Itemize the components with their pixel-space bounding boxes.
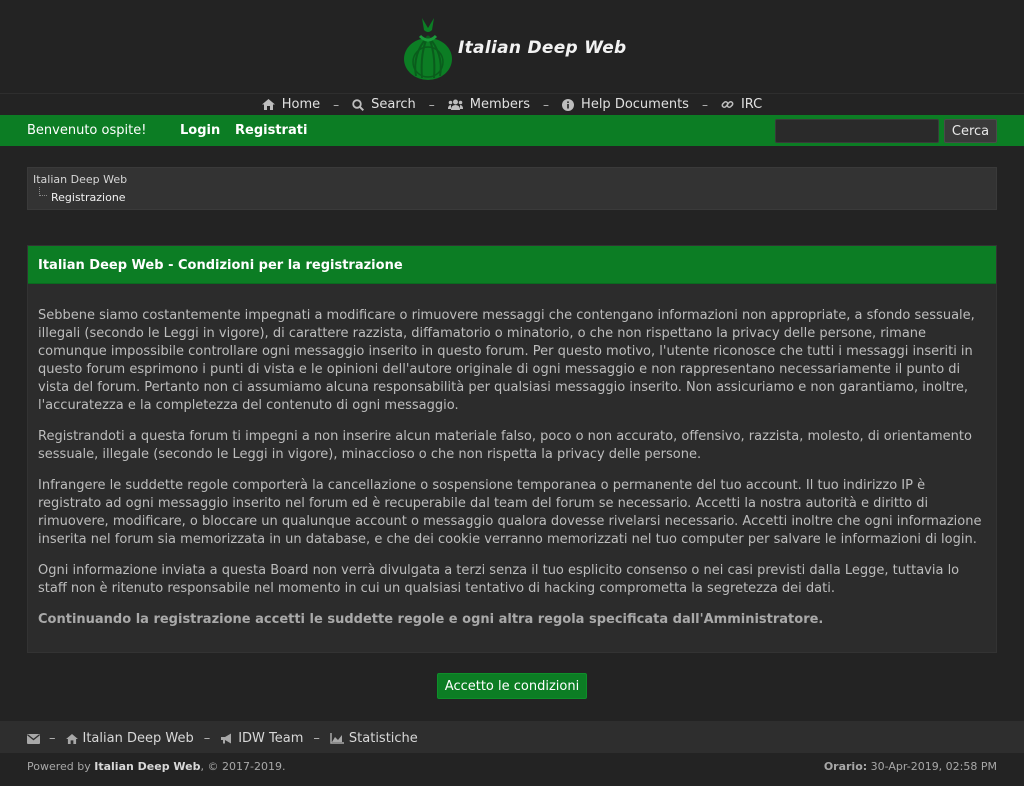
footer-stats-label: Statistiche xyxy=(348,731,418,746)
nav-help-documents[interactable]: Help Documents xyxy=(562,97,689,112)
search-input[interactable] xyxy=(775,119,939,143)
breadcrumb-root-link[interactable]: Italian Deep Web xyxy=(33,173,127,186)
powered-suffix: , © 2017-2019. xyxy=(200,760,286,773)
footer-separator: – xyxy=(203,731,211,746)
nav-separator: – xyxy=(428,97,435,112)
chart-icon xyxy=(330,733,344,744)
link-icon xyxy=(721,101,734,108)
envelope-icon xyxy=(27,733,40,744)
breadcrumb-tree-connector xyxy=(39,187,47,196)
footer-stats-link[interactable]: Statistiche xyxy=(330,731,418,746)
nav-help-documents-label: Help Documents xyxy=(581,97,689,112)
nav-separator: – xyxy=(333,97,340,112)
footer-bottom: Powered by Italian Deep Web, © 2017-2019… xyxy=(0,753,1024,786)
nav-irc[interactable]: IRC xyxy=(721,97,762,112)
clock-value: 30-Apr-2019, 02:58 PM xyxy=(870,760,997,773)
panel-header: Italian Deep Web - Condizioni per la reg… xyxy=(28,246,996,284)
top-navigation: Home – Search – Members – Help Documents… xyxy=(0,94,1024,115)
register-link[interactable]: Registrati xyxy=(235,123,307,138)
login-link[interactable]: Login xyxy=(180,123,220,138)
footer-home-link[interactable]: Italian Deep Web xyxy=(65,731,194,746)
footer-contact-link[interactable] xyxy=(27,733,45,744)
nav-home-label: Home xyxy=(281,97,321,112)
panel-title: Italian Deep Web - Condizioni per la reg… xyxy=(38,258,403,273)
powered-site-link[interactable]: Italian Deep Web xyxy=(94,760,200,773)
nav-home[interactable]: Home xyxy=(261,97,321,112)
breadcrumb: Italian Deep Web Registrazione xyxy=(27,167,997,210)
nav-separator: – xyxy=(543,97,550,112)
terms-paragraph: Registrandoti a questa forum ti impegni … xyxy=(38,429,972,462)
site-title: Italian Deep Web xyxy=(458,38,627,58)
terms-closing-statement: Continuando la registrazione accetti le … xyxy=(38,612,824,627)
terms-paragraph: Infrangere le suddette regole comporterà… xyxy=(38,478,982,547)
nav-members[interactable]: Members xyxy=(447,97,531,112)
bullhorn-icon xyxy=(221,733,232,744)
search-icon xyxy=(352,98,365,111)
search-button[interactable]: Cerca xyxy=(944,119,997,143)
welcome-text: Benvenuto ospite! xyxy=(27,123,147,138)
nav-search-label: Search xyxy=(371,97,416,112)
server-time: Orario: 30-Apr-2019, 02:58 PM xyxy=(824,760,997,773)
footer-team-link[interactable]: IDW Team xyxy=(220,731,303,746)
footer-links-bar: – Italian Deep Web – IDW Team – Statisti… xyxy=(0,721,1024,753)
site-header: Italian Deep Web xyxy=(0,0,1024,94)
registration-terms-panel: Italian Deep Web - Condizioni per la reg… xyxy=(27,245,997,653)
terms-body: Sebbene siamo costantemente impegnati a … xyxy=(38,307,988,642)
clock-label: Orario: xyxy=(823,760,868,773)
nav-separator: – xyxy=(701,97,708,112)
terms-paragraph: Ogni informazione inviata a questa Board… xyxy=(38,563,960,596)
users-icon xyxy=(447,99,463,110)
footer-separator: – xyxy=(49,731,56,746)
footer-home-label: Italian Deep Web xyxy=(82,731,194,746)
user-bar: Benvenuto ospite! Login Registrati Cerca xyxy=(0,115,1024,146)
info-icon xyxy=(562,98,575,111)
footer-separator: – xyxy=(313,731,320,746)
footer-team-label: IDW Team xyxy=(238,731,304,746)
powered-by: Powered by Italian Deep Web, © 2017-2019… xyxy=(27,760,285,773)
powered-prefix: Powered by xyxy=(27,760,91,773)
accept-terms-button[interactable]: Accetto le condizioni xyxy=(437,673,587,699)
onion-logo-icon xyxy=(404,18,452,80)
nav-members-label: Members xyxy=(469,97,531,112)
home-icon xyxy=(261,99,275,110)
terms-paragraph: Sebbene siamo costantemente impegnati a … xyxy=(38,308,975,413)
site-logo[interactable]: Italian Deep Web xyxy=(402,14,627,82)
nav-irc-label: IRC xyxy=(740,97,763,112)
nav-search[interactable]: Search xyxy=(352,97,416,112)
breadcrumb-current: Registrazione xyxy=(51,191,126,204)
home-icon xyxy=(65,733,78,744)
